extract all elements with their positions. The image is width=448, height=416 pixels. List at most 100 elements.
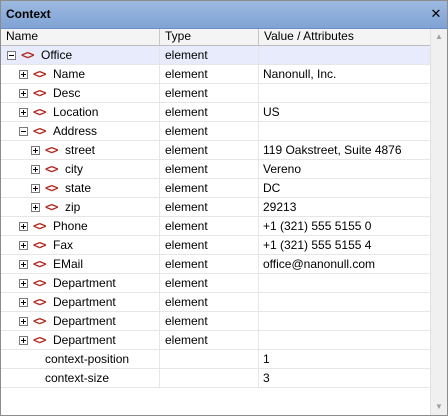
element-icon: <> [33, 238, 46, 252]
close-icon[interactable]: ✕ [429, 7, 443, 21]
expand-icon[interactable] [19, 260, 28, 269]
value-cell: DC [259, 179, 431, 198]
element-icon: <> [21, 48, 34, 62]
expand-icon[interactable] [19, 89, 28, 98]
column-header-type[interactable]: Type [160, 29, 259, 45]
collapse-icon[interactable] [19, 127, 28, 136]
value-cell [259, 312, 431, 331]
expand-icon[interactable] [19, 298, 28, 307]
type-cell: element [160, 293, 259, 312]
tree-row[interactable]: <> Department element [1, 293, 431, 312]
name-cell: context-position [1, 350, 160, 369]
tree-row[interactable]: context-size 3 [1, 369, 431, 388]
tree-row[interactable]: <> Department element [1, 312, 431, 331]
value-cell [259, 274, 431, 293]
type-cell: element [160, 331, 259, 350]
node-name: Department [53, 333, 116, 347]
expand-icon[interactable] [19, 222, 28, 231]
scroll-down-icon[interactable]: ▼ [431, 399, 447, 415]
collapse-icon[interactable] [7, 51, 16, 60]
node-name: context-size [45, 371, 110, 385]
name-cell: <> Address [1, 122, 160, 141]
name-cell: <> Fax [1, 236, 160, 255]
value-cell [259, 122, 431, 141]
element-icon: <> [33, 219, 46, 233]
name-cell: <> Office [1, 46, 160, 65]
tree-row[interactable]: <> Name element Nanonull, Inc. [1, 65, 431, 84]
element-icon: <> [45, 143, 58, 157]
name-cell: <> state [1, 179, 160, 198]
type-cell: element [160, 274, 259, 293]
panel-title: Context [6, 7, 51, 21]
element-icon: <> [33, 105, 46, 119]
column-header: Name Type Value / Attributes [1, 29, 431, 46]
expand-icon[interactable] [19, 336, 28, 345]
element-icon: <> [45, 200, 58, 214]
node-name: Address [53, 124, 98, 138]
type-cell: element [160, 84, 259, 103]
tree-row[interactable]: <> Location element US [1, 103, 431, 122]
tree-row[interactable]: <> Desc element [1, 84, 431, 103]
name-cell: <> Department [1, 331, 160, 350]
node-name: Phone [53, 219, 88, 233]
element-icon: <> [33, 314, 46, 328]
expand-icon[interactable] [19, 108, 28, 117]
type-cell [160, 350, 259, 369]
tree-row[interactable]: <> Address element [1, 122, 431, 141]
type-cell: element [160, 179, 259, 198]
value-cell: +1 (321) 555 5155 4 [259, 236, 431, 255]
value-cell: US [259, 103, 431, 122]
name-cell: <> Desc [1, 84, 160, 103]
type-cell: element [160, 236, 259, 255]
node-name: EMail [53, 257, 84, 271]
element-icon: <> [33, 257, 46, 271]
expand-icon[interactable] [31, 184, 40, 193]
tree-row[interactable]: <> city element Vereno [1, 160, 431, 179]
name-cell: <> EMail [1, 255, 160, 274]
value-cell: Vereno [259, 160, 431, 179]
expand-icon[interactable] [19, 279, 28, 288]
tree-row[interactable]: <> Fax element +1 (321) 555 5155 4 [1, 236, 431, 255]
element-icon: <> [33, 124, 46, 138]
value-cell: office@nanonull.com [259, 255, 431, 274]
tree-row[interactable]: context-position 1 [1, 350, 431, 369]
tree-row[interactable]: <> Phone element +1 (321) 555 5155 0 [1, 217, 431, 236]
expand-icon[interactable] [31, 146, 40, 155]
name-cell: <> city [1, 160, 160, 179]
tree-row[interactable]: <> street element 119 Oakstreet, Suite 4876 [1, 141, 431, 160]
value-cell: Nanonull, Inc. [259, 65, 431, 84]
column-header-value[interactable]: Value / Attributes [259, 29, 431, 45]
value-cell: 119 Oakstreet, Suite 4876 [259, 141, 431, 160]
type-cell: element [160, 255, 259, 274]
expand-icon[interactable] [19, 241, 28, 250]
node-name: zip [65, 200, 81, 214]
tree-row[interactable]: <> Department element [1, 331, 431, 350]
tree-row[interactable]: <> EMail element office@nanonull.com [1, 255, 431, 274]
element-icon: <> [33, 67, 46, 81]
scroll-up-icon[interactable]: ▲ [431, 29, 447, 45]
node-name: state [65, 181, 92, 195]
type-cell: element [160, 46, 259, 65]
element-icon: <> [33, 86, 46, 100]
expand-icon[interactable] [19, 70, 28, 79]
node-name: Location [53, 105, 99, 119]
expand-icon[interactable] [31, 203, 40, 212]
expand-icon[interactable] [31, 165, 40, 174]
value-cell: +1 (321) 555 5155 0 [259, 217, 431, 236]
tree-row[interactable]: <> Department element [1, 274, 431, 293]
node-name: Fax [53, 238, 74, 252]
vertical-scrollbar[interactable]: ▲ ▼ [430, 29, 447, 415]
tree-row[interactable]: <> zip element 29213 [1, 198, 431, 217]
value-cell [259, 293, 431, 312]
tree-row[interactable]: <> state element DC [1, 179, 431, 198]
expand-icon[interactable] [19, 317, 28, 326]
type-cell: element [160, 103, 259, 122]
node-name: city [65, 162, 83, 176]
element-icon: <> [33, 295, 46, 309]
value-cell: 29213 [259, 198, 431, 217]
type-cell: element [160, 160, 259, 179]
name-cell: context-size [1, 369, 160, 388]
tree-row[interactable]: <> Office element [1, 46, 431, 65]
column-header-name[interactable]: Name [1, 29, 160, 45]
node-name: Department [53, 276, 116, 290]
